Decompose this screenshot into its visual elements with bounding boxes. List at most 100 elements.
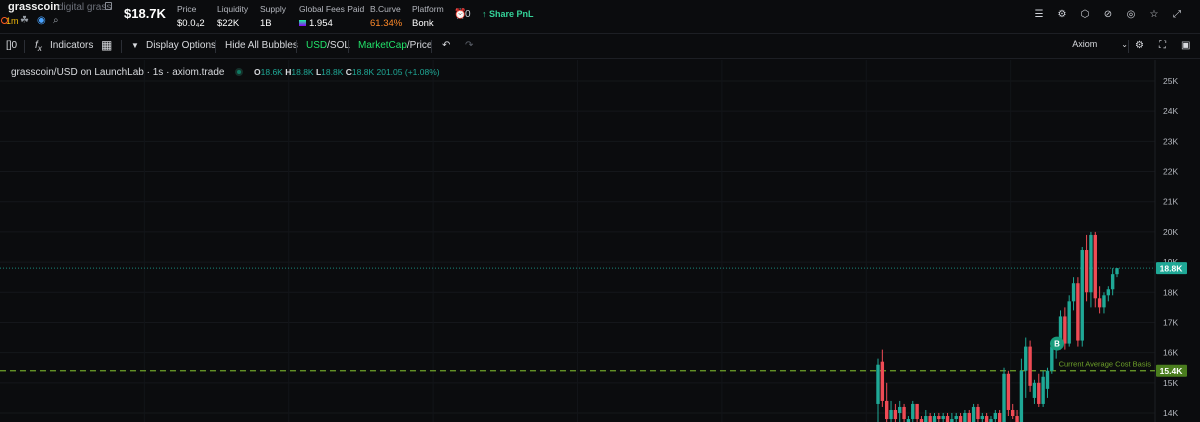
- candle-body: [1110, 274, 1115, 290]
- candle-body: [1041, 376, 1045, 404]
- candle-body: [880, 361, 885, 401]
- undo-icon[interactable]: ↶: [442, 40, 450, 51]
- price-option[interactable]: /Price: [407, 40, 433, 51]
- eye-off-icon[interactable]: ◎: [1124, 8, 1138, 22]
- ohlc-readout: O18.6K H18.8K L18.8K C18.8K 201.05 (+1.0…: [254, 67, 440, 77]
- toolbar-divider: [121, 40, 122, 53]
- candle-body: [945, 416, 950, 422]
- share-icon[interactable]: ⬡: [1078, 8, 1092, 22]
- holders-icon[interactable]: ◉: [37, 15, 46, 26]
- axis-tick-label: 23K: [1163, 136, 1178, 146]
- ohlc-low: 18.8K: [321, 67, 344, 77]
- chart-settings-icon[interactable]: ⚙: [1135, 40, 1144, 51]
- sol-option[interactable]: /SOL: [327, 40, 350, 51]
- axis-tick-label: 24K: [1163, 106, 1178, 116]
- candle-body: [1037, 382, 1041, 404]
- chef-icon[interactable]: ☘: [20, 15, 29, 26]
- screenshot-icon[interactable]: ▣: [1181, 40, 1190, 51]
- expand-icon[interactable]: ⤢: [1170, 8, 1184, 22]
- candle-body: [924, 416, 928, 422]
- axis-tick-label: 22K: [1163, 167, 1178, 177]
- stat-label: Supply: [260, 4, 286, 14]
- marketcap-option[interactable]: MarketCap: [358, 40, 407, 51]
- solana-icon: [299, 20, 306, 27]
- alarm-count: 0: [465, 9, 471, 20]
- stat-value: 61.34%: [370, 18, 403, 29]
- stat-price: Price $0.0₄2: [177, 4, 205, 29]
- usd-option[interactable]: USD: [306, 40, 327, 51]
- display-options-button[interactable]: Display Options: [146, 40, 216, 51]
- candle-body: [958, 416, 963, 422]
- fees-value: 1.954: [309, 18, 333, 29]
- metric-toggle[interactable]: MarketCap/Price: [358, 40, 432, 51]
- candle-body: [1115, 268, 1119, 275]
- candle-body: [1063, 316, 1067, 344]
- stat-label: Platform: [412, 4, 444, 14]
- ohlc-high: 18.8K: [291, 67, 314, 77]
- candle-body: [993, 413, 998, 420]
- indicators-button[interactable]: Indicators: [50, 40, 93, 51]
- candle-body: [1071, 283, 1076, 302]
- currency-toggle[interactable]: USD/SOL: [306, 40, 350, 51]
- caret-down-icon[interactable]: ▼: [131, 41, 139, 50]
- toolbar-divider: [348, 40, 349, 53]
- axis-tick-label: 21K: [1163, 197, 1178, 207]
- candle-body: [997, 413, 1002, 422]
- toolbar-divider: [296, 40, 297, 53]
- stat-bonding-curve: B.Curve 61.34%: [370, 4, 402, 29]
- source-select[interactable]: Axiom ⌄: [1072, 39, 1128, 49]
- candle-body: [876, 364, 880, 404]
- stat-global-fees: Global Fees Paid 1.954: [299, 4, 364, 29]
- templates-icon[interactable]: ▦: [101, 38, 112, 52]
- candle-body: [954, 416, 958, 420]
- live-status-icon: [235, 68, 244, 76]
- axis-tick-label: 17K: [1163, 317, 1178, 327]
- chevron-down-icon: ⌄: [1121, 40, 1128, 49]
- ohlc-close: 18.8K: [351, 67, 375, 77]
- stat-supply: Supply 1B: [260, 4, 286, 29]
- candle-body: [1080, 250, 1084, 341]
- fullscreen-icon[interactable]: ⛶: [1159, 40, 1166, 51]
- stat-value: 1.954: [299, 18, 364, 29]
- stat-label: B.Curve: [370, 4, 401, 14]
- indicators-icon[interactable]: fx: [35, 40, 42, 53]
- price-chart[interactable]: grasscoin/USD on LaunchLab · 1s · axiom.…: [0, 60, 1200, 422]
- candle-body: [902, 406, 906, 420]
- hide-bubbles-button[interactable]: Hide All Bubbles: [225, 40, 298, 51]
- axis-tick-label: 20K: [1163, 227, 1178, 237]
- stat-value: $0.0₄2: [177, 18, 205, 29]
- token-header: grasscoin digital grass 1m ☘ ◉ ⌕ $18.7K …: [0, 0, 1200, 34]
- list-icon[interactable]: ☰: [1032, 8, 1046, 22]
- stat-label: Global Fees Paid: [299, 4, 365, 14]
- candle-body: [1028, 346, 1032, 386]
- candle-body: [1015, 416, 1019, 422]
- candle-body: [898, 406, 902, 413]
- candle-body: [1076, 283, 1080, 341]
- cost-basis-text: Current Average Cost Basis: [1059, 360, 1152, 369]
- stat-liquidity: Liquidity $22K: [217, 4, 248, 29]
- toolbar-divider: [215, 40, 216, 53]
- token-name[interactable]: grasscoin: [8, 1, 60, 13]
- source-select-value: Axiom: [1072, 39, 1098, 49]
- chart-toolbar: []0 fx Indicators ▦ ▼ Display Options Hi…: [0, 35, 1200, 59]
- candle-body: [1089, 234, 1093, 293]
- share-pnl-button[interactable]: ↑ Share PnL: [482, 9, 534, 19]
- stat-platform: Platform Bonk: [412, 4, 444, 29]
- search-icon[interactable]: ⌕: [53, 15, 59, 26]
- star-icon[interactable]: ☆: [1147, 8, 1161, 22]
- interval-button[interactable]: []0: [6, 40, 17, 51]
- candlestick-plot[interactable]: 25K24K23K22K21K20K19K18K17K16K15K14KCurr…: [0, 60, 1200, 422]
- toolbar-divider: [431, 40, 432, 53]
- share-pnl-label: Share PnL: [489, 9, 534, 19]
- hide-icon[interactable]: ⊘: [1101, 8, 1115, 22]
- redo-icon[interactable]: ↷: [465, 40, 473, 51]
- candle-body: [911, 403, 915, 420]
- candle-body: [1032, 382, 1037, 398]
- copy-icon[interactable]: [105, 2, 112, 10]
- ohlc-change: 201.05 (+1.08%): [376, 67, 440, 77]
- candle-body: [1019, 370, 1024, 422]
- candle-body: [971, 406, 976, 422]
- buy-bubble-label: B: [1054, 340, 1060, 349]
- market-cap-value: $18.7K: [124, 6, 166, 21]
- settings-icon[interactable]: ⚙: [1055, 8, 1069, 22]
